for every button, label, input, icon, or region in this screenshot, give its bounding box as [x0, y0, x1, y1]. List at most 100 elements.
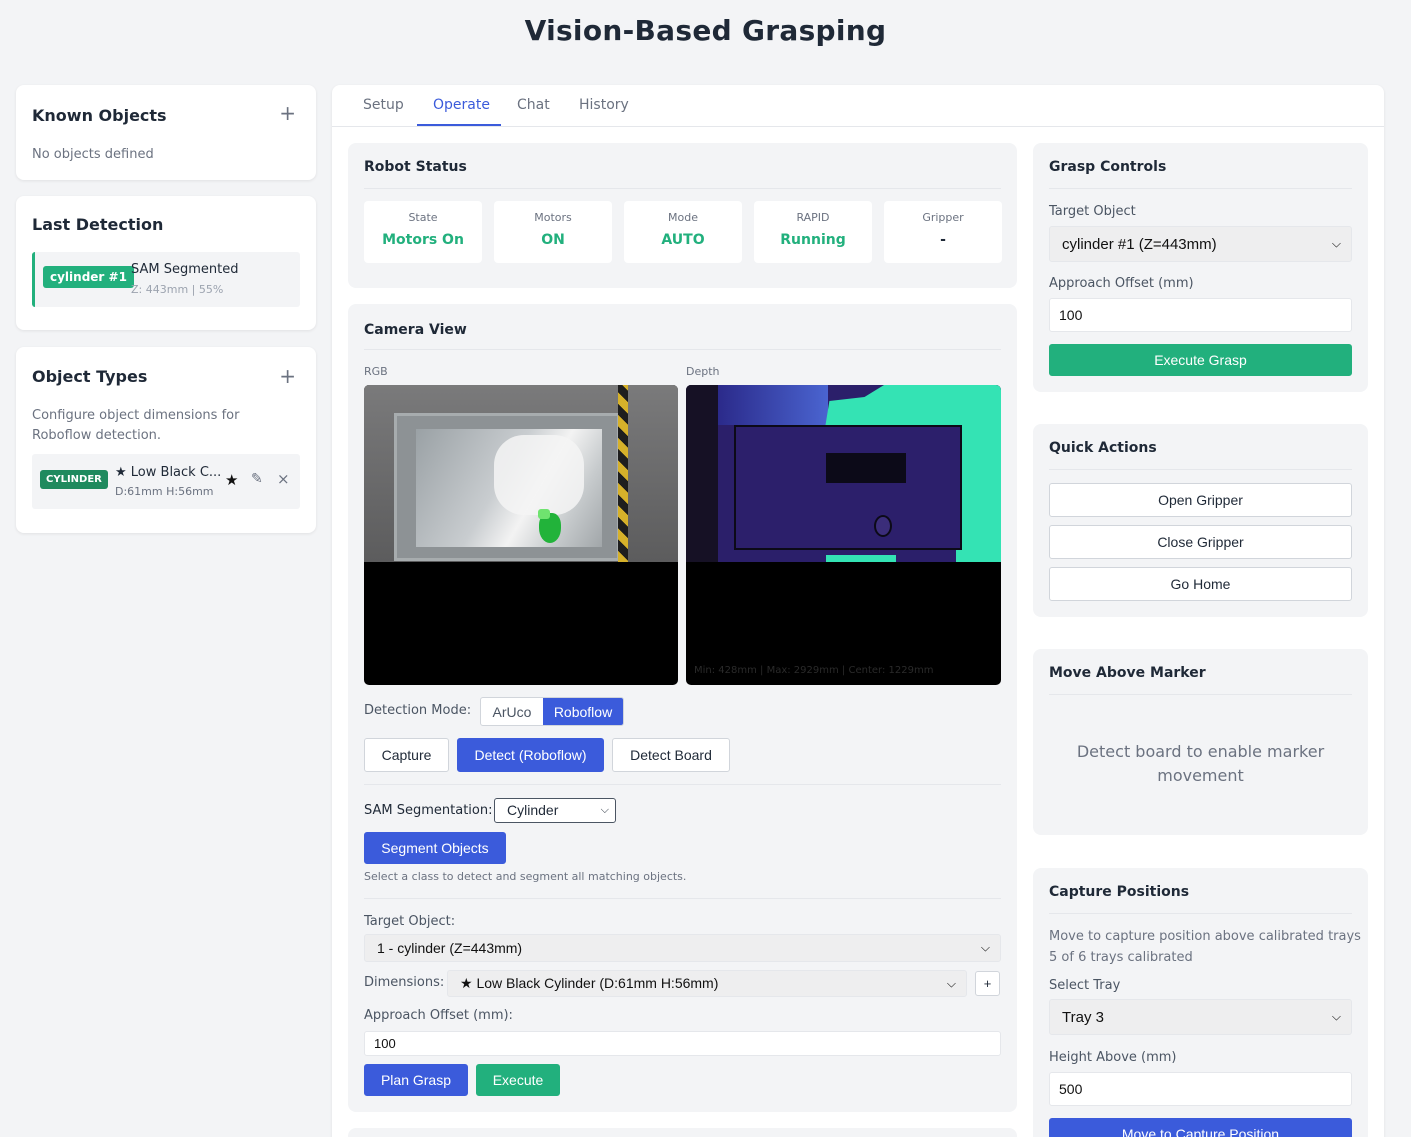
select-tray-label: Select Tray: [1049, 978, 1121, 993]
close-gripper-button[interactable]: Close Gripper: [1049, 525, 1352, 559]
divider: [1049, 188, 1352, 189]
execute-button[interactable]: Execute: [476, 1064, 560, 1096]
execute-grasp-button[interactable]: Execute Grasp: [1049, 344, 1352, 376]
detect-board-button[interactable]: Detect Board: [612, 738, 730, 772]
robot-status-title: Robot Status: [364, 159, 467, 175]
status-gripper-value: -: [940, 232, 946, 248]
capture-positions-panel: Capture Positions Move to capture positi…: [1033, 868, 1368, 1137]
grasp-target-label: Target Object: [1049, 204, 1136, 219]
divider: [1049, 469, 1352, 470]
depth-image[interactable]: Min: 428mm | Max: 2929mm | Center: 1229m…: [686, 385, 1001, 685]
last-detection-title: Last Detection: [32, 215, 164, 234]
object-type-item[interactable]: CYLINDER ★ Low Black C... D:61mm H:56mm …: [32, 454, 300, 509]
depth-far-region-right: [956, 415, 1001, 562]
status-rapid-label: RAPID: [796, 211, 830, 224]
height-above-input[interactable]: 500: [1049, 1072, 1352, 1106]
sam-label: SAM Segmentation:: [364, 803, 493, 818]
depth-info: Min: 428mm | Max: 2929mm | Center: 1229m…: [694, 665, 934, 676]
status-motors-value: ON: [541, 232, 565, 248]
detection-meta: Z: 443mm | 55%: [131, 283, 224, 296]
add-known-object-icon[interactable]: +: [279, 101, 296, 125]
tab-chat[interactable]: Chat: [517, 97, 550, 113]
divider: [1049, 694, 1352, 695]
tab-setup[interactable]: Setup: [363, 97, 404, 113]
object-type-name: ★ Low Black C...: [115, 465, 222, 480]
status-mode-label: Mode: [668, 211, 698, 224]
status-motors: Motors ON: [494, 201, 612, 263]
detection-mode-toggle: ArUco Roboflow: [480, 697, 624, 726]
approach-offset-label: Approach Offset (mm):: [364, 1008, 513, 1023]
detection-mode-label: Detection Mode:: [364, 703, 472, 718]
depth-top-band: [718, 385, 828, 425]
dimensions-select[interactable]: ★ Low Black Cylinder (D:61mm H:56mm) ⌵: [447, 970, 967, 997]
sam-hint: Select a class to detect and segment all…: [364, 870, 687, 883]
depth-tray-outline: [734, 425, 962, 550]
chevron-down-icon: ⌵: [946, 976, 956, 990]
height-above-label: Height Above (mm): [1049, 1050, 1177, 1065]
tab-operate-underline: [417, 124, 501, 126]
depth-label: Depth: [686, 365, 720, 378]
target-object-label: Target Object:: [364, 914, 456, 929]
tab-bar: Setup Operate Chat History: [332, 85, 1384, 127]
grasp-offset-input[interactable]: 100: [1049, 298, 1352, 332]
remove-icon[interactable]: ×: [277, 470, 290, 488]
detection-entry[interactable]: cylinder #1 SAM Segmented Z: 443mm | 55%: [32, 252, 300, 307]
known-objects-empty: No objects defined: [32, 147, 154, 162]
depth-left-strip: [686, 385, 718, 562]
rgb-hazard-stripe: [618, 385, 628, 562]
tab-operate[interactable]: Operate: [433, 97, 490, 113]
quick-actions-panel: Quick Actions Open Gripper Close Gripper…: [1033, 424, 1368, 617]
target-object-select[interactable]: 1 - cylinder (Z=443mm) ⌵: [364, 934, 1001, 962]
default-star-icon[interactable]: ★: [225, 471, 238, 489]
capture-button[interactable]: Capture: [364, 738, 449, 772]
open-gripper-button[interactable]: Open Gripper: [1049, 483, 1352, 517]
known-objects-card: Known Objects + No objects defined: [16, 85, 316, 180]
object-types-card: Object Types + Configure object dimensio…: [16, 347, 316, 533]
rgb-image[interactable]: [364, 385, 678, 685]
edit-icon[interactable]: ✎: [251, 471, 263, 487]
status-motors-label: Motors: [534, 211, 572, 224]
divider: [1049, 913, 1352, 914]
status-gripper: Gripper -: [884, 201, 1002, 263]
grasp-target-value: cylinder #1 (Z=443mm): [1062, 235, 1217, 253]
quick-actions-title: Quick Actions: [1049, 440, 1157, 456]
next-panel: [348, 1128, 1017, 1137]
plan-grasp-button[interactable]: Plan Grasp: [364, 1064, 468, 1096]
mode-roboflow[interactable]: Roboflow: [543, 698, 623, 725]
chevron-down-icon: ⌵: [1331, 236, 1341, 251]
go-home-button[interactable]: Go Home: [1049, 567, 1352, 601]
status-state-label: State: [408, 211, 438, 224]
grasp-controls-panel: Grasp Controls Target Object cylinder #1…: [1033, 143, 1368, 392]
depth-detected-object: [874, 515, 892, 537]
sam-select[interactable]: Cylinder ⌵: [494, 798, 616, 823]
status-state: State Motors On: [364, 201, 482, 263]
divider: [364, 349, 1001, 350]
segment-objects-button[interactable]: Segment Objects: [364, 832, 506, 864]
object-types-title: Object Types: [32, 367, 148, 386]
chevron-down-icon: ⌵: [1331, 1009, 1341, 1024]
rgb-detected-object-mask: [538, 509, 550, 519]
grasp-target-select[interactable]: cylinder #1 (Z=443mm) ⌵: [1049, 226, 1352, 262]
move-to-capture-button[interactable]: Move to Capture Position: [1049, 1118, 1352, 1137]
grasp-offset-label: Approach Offset (mm): [1049, 276, 1194, 291]
mode-aruco[interactable]: ArUco: [481, 698, 543, 725]
add-object-type-icon[interactable]: +: [279, 364, 296, 388]
tray-select[interactable]: Tray 3 ⌵: [1049, 999, 1352, 1035]
object-types-description: Configure object dimensions for Roboflow…: [32, 408, 240, 443]
status-state-value: Motors On: [382, 232, 464, 248]
status-gripper-label: Gripper: [922, 211, 964, 224]
tray-select-value: Tray 3: [1062, 1008, 1104, 1026]
tab-history[interactable]: History: [579, 97, 629, 113]
object-type-dims: D:61mm H:56mm: [115, 485, 214, 498]
chevron-down-icon: ⌵: [600, 804, 609, 816]
page-title: Vision-Based Grasping: [524, 14, 887, 47]
detect-roboflow-button[interactable]: Detect (Roboflow): [457, 738, 604, 772]
divider: [364, 898, 1001, 899]
dimensions-value: ★ Low Black Cylinder (D:61mm H:56mm): [460, 975, 719, 991]
add-dimensions-button[interactable]: +: [975, 971, 1000, 996]
status-mode-value: AUTO: [661, 232, 705, 248]
rgb-label: RGB: [364, 365, 388, 378]
move-marker-title: Move Above Marker: [1049, 665, 1206, 681]
approach-offset-input[interactable]: 100: [364, 1031, 1001, 1056]
rgb-tray-glare: [494, 435, 584, 515]
